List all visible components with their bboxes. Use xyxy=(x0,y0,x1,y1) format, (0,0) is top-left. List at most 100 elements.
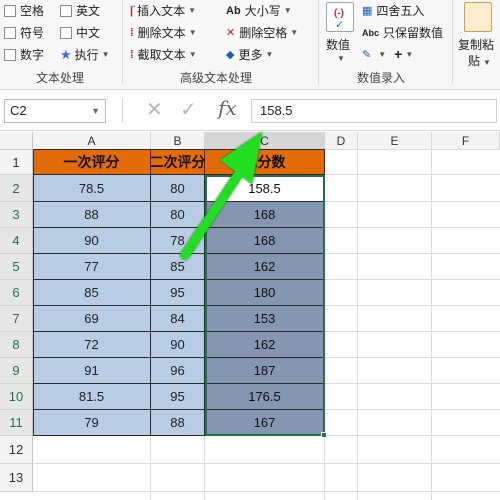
table-cell[interactable]: 167 xyxy=(205,410,325,436)
fill-handle[interactable] xyxy=(321,432,327,438)
table-cell[interactable]: 78 xyxy=(151,228,205,254)
table-cell[interactable]: 80 xyxy=(151,175,205,202)
cancel-icon[interactable]: ✕ xyxy=(146,97,163,123)
extract-text-icon: ⁞ xyxy=(130,48,134,61)
table-cell[interactable]: 91 xyxy=(33,358,151,384)
table-cell[interactable]: 187 xyxy=(205,358,325,384)
column-header-c[interactable]: C xyxy=(205,132,325,150)
table-cell[interactable]: 158.5 xyxy=(205,175,325,202)
table-cell[interactable]: 90 xyxy=(33,228,151,254)
select-all-corner[interactable] xyxy=(0,132,33,150)
divider xyxy=(122,99,123,123)
row-header-6[interactable]: 6 xyxy=(0,280,33,306)
edit-icon[interactable]: ✎ xyxy=(362,48,371,61)
numeric-big-button[interactable]: (-) ✓ 数值 ▼ xyxy=(322,2,358,66)
column-header-e[interactable]: E xyxy=(358,132,432,150)
header-cell-c[interactable]: 总分数 xyxy=(205,150,325,175)
keep-numbers-button[interactable]: Abc 只保留数值 xyxy=(362,24,443,41)
table-cell[interactable]: 162 xyxy=(205,332,325,358)
case-button[interactable]: Ab 大小写 ▼ xyxy=(226,2,292,19)
symbol-checkbox[interactable]: 符号 xyxy=(4,24,44,41)
space-checkbox[interactable]: 空格 xyxy=(4,2,44,19)
chevron-down-icon: ▼ xyxy=(188,28,197,37)
check-icon[interactable]: ✓ xyxy=(180,97,197,123)
column-header-a[interactable]: A xyxy=(33,132,151,150)
column-header-d[interactable]: D xyxy=(325,132,358,150)
row-header-5[interactable]: 5 xyxy=(0,254,33,280)
row-header-8[interactable]: 8 xyxy=(0,332,33,358)
formula-input[interactable]: 158.5 xyxy=(251,99,497,123)
name-box[interactable]: C2 ▼ xyxy=(4,99,106,123)
english-checkbox[interactable]: 英文 xyxy=(60,2,100,19)
remove-spaces-button[interactable]: ✕ 删除空格 ▼ xyxy=(226,24,298,41)
numeric-icon: (-) ✓ xyxy=(326,2,354,32)
row-header-12[interactable]: 12 xyxy=(0,436,33,464)
table-cell[interactable]: 88 xyxy=(33,202,151,228)
column-header-b[interactable]: B xyxy=(151,132,205,150)
table-cell[interactable]: 153 xyxy=(205,306,325,332)
table-cell[interactable]: 96 xyxy=(151,358,205,384)
table-cell[interactable]: 90 xyxy=(151,332,205,358)
extract-text-label: 截取文本 xyxy=(137,48,186,62)
checkbox-icon xyxy=(4,26,16,39)
table-cell[interactable]: 162 xyxy=(205,254,325,280)
header-cell-a[interactable]: 一次评分 xyxy=(33,150,151,175)
chevron-down-icon[interactable]: ▼ xyxy=(405,50,413,59)
checkbox-icon xyxy=(60,26,72,39)
plus-button[interactable]: + xyxy=(394,46,402,62)
name-box-value: C2 xyxy=(10,103,27,118)
symbol-label: 符号 xyxy=(20,26,45,40)
row-header-10[interactable]: 10 xyxy=(0,384,33,410)
header-cell-b[interactable]: 二次评分 xyxy=(151,150,205,175)
chevron-down-icon[interactable]: ▼ xyxy=(378,50,386,59)
table-cell[interactable]: 81.5 xyxy=(33,384,151,410)
table-cell[interactable]: 77 xyxy=(33,254,151,280)
table-cell[interactable]: 180 xyxy=(205,280,325,306)
copy-paste-label-1: 复制粘 xyxy=(458,38,495,52)
table-cell[interactable]: 72 xyxy=(33,332,151,358)
chevron-down-icon: ▼ xyxy=(283,6,292,15)
table-cell[interactable]: 95 xyxy=(151,384,205,410)
table-cell[interactable]: 79 xyxy=(33,410,151,436)
table-cell[interactable]: 85 xyxy=(151,254,205,280)
table-cell[interactable]: 176.5 xyxy=(205,384,325,410)
checkbox-icon xyxy=(60,4,72,17)
table-cell[interactable]: 168 xyxy=(205,202,325,228)
insert-function-button[interactable]: fx xyxy=(218,96,237,120)
row-header-3[interactable]: 3 xyxy=(0,202,33,228)
table-cell[interactable]: 84 xyxy=(151,306,205,332)
table-cell[interactable]: 80 xyxy=(151,202,205,228)
table-cell[interactable]: 69 xyxy=(33,306,151,332)
chevron-down-icon[interactable]: ▼ xyxy=(91,100,100,122)
insert-text-button[interactable]: |̈ 插入文本 ▼ xyxy=(130,2,196,19)
gridline xyxy=(357,150,358,500)
formula-value: 158.5 xyxy=(260,103,293,118)
row-header-4[interactable]: 4 xyxy=(0,228,33,254)
table-cell[interactable]: 85 xyxy=(33,280,151,306)
number-checkbox[interactable]: 数字 xyxy=(4,46,44,63)
row-header-1[interactable]: 1 xyxy=(0,150,33,175)
insert-text-icon: |̈ xyxy=(130,4,134,17)
row-header-2[interactable]: 2 xyxy=(0,175,33,202)
row-header-7[interactable]: 7 xyxy=(0,306,33,332)
table-cell[interactable]: 88 xyxy=(151,410,205,436)
chevron-down-icon: ▼ xyxy=(337,54,345,63)
checkbox-icon xyxy=(4,48,16,61)
row-header-9[interactable]: 9 xyxy=(0,358,33,384)
column-header-f[interactable]: F xyxy=(432,132,500,150)
grid-icon: ▦ xyxy=(362,5,373,17)
table-cell[interactable]: 168 xyxy=(205,228,325,254)
delete-text-button[interactable]: ⁞ 删除文本 ▼ xyxy=(130,24,197,41)
copy-paste-button[interactable]: 复制粘 贴 ▼ xyxy=(456,2,500,68)
row-header-11[interactable]: 11 xyxy=(0,410,33,436)
row-header-13[interactable]: 13 xyxy=(0,464,33,492)
extract-text-button[interactable]: ⁞ 截取文本 ▼ xyxy=(130,46,197,63)
round-button[interactable]: ▦ 四舍五入 xyxy=(362,2,424,19)
table-cell[interactable]: 95 xyxy=(151,280,205,306)
more-button[interactable]: ◆ 更多 ▼ xyxy=(226,46,273,63)
chinese-checkbox[interactable]: 中文 xyxy=(60,24,100,41)
execute-button[interactable]: ★ 执行 ▼ xyxy=(60,46,110,63)
chevron-down-icon: ▼ xyxy=(188,6,197,15)
table-cell[interactable]: 78.5 xyxy=(33,175,151,202)
group-label-numeric-entry: 数值录入 xyxy=(357,71,406,85)
